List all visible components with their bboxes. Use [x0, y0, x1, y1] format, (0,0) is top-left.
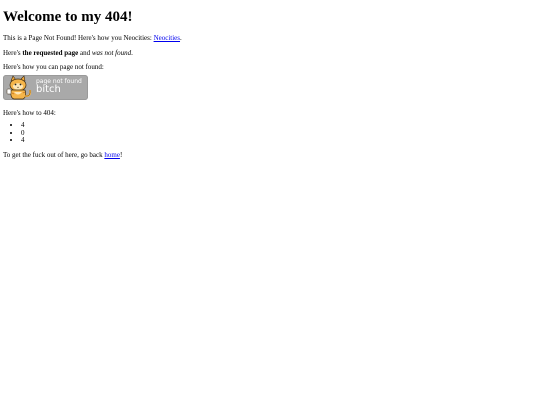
banner-line2: bitch	[36, 84, 61, 95]
footer-text: To get the fuck out of here, go back	[3, 150, 105, 159]
list-item: 0	[21, 129, 537, 138]
how-to-404-text: Here's how to 404:	[3, 109, 56, 117]
requested-em: was not found	[91, 49, 132, 57]
home-link[interactable]: home	[104, 151, 120, 159]
requested-strong: the requested page	[22, 49, 79, 57]
requested-end: .	[131, 49, 133, 57]
intro-paragraph: This is a Page Not Found! Here's how you…	[3, 34, 537, 43]
page-not-found-banner: page not found bitch	[3, 75, 88, 100]
footer-paragraph: To get the fuck out of here, go back hom…	[3, 151, 537, 160]
page-title: Welcome to my 404!	[3, 9, 133, 25]
neocities-link[interactable]: Neocities	[154, 34, 180, 42]
digit-list: 4 0 4	[3, 121, 537, 145]
requested-middle: and	[78, 49, 92, 57]
list-item: 4	[21, 121, 537, 130]
list-item: 4	[21, 136, 537, 145]
cat-mascot-icon	[6, 75, 32, 100]
intro-text: This is a Page Not Found! Here's how you…	[3, 34, 154, 42]
requested-paragraph: Here's the requested page and was not fo…	[3, 49, 537, 58]
requested-prefix: Here's	[3, 49, 23, 57]
page: Welcome to my 404! This is a Page Not Fo…	[0, 0, 540, 405]
intro-end: .	[180, 34, 182, 42]
footer-end: !	[119, 150, 123, 159]
how-page-not-found-text: Here's how you can page not found:	[3, 63, 104, 71]
